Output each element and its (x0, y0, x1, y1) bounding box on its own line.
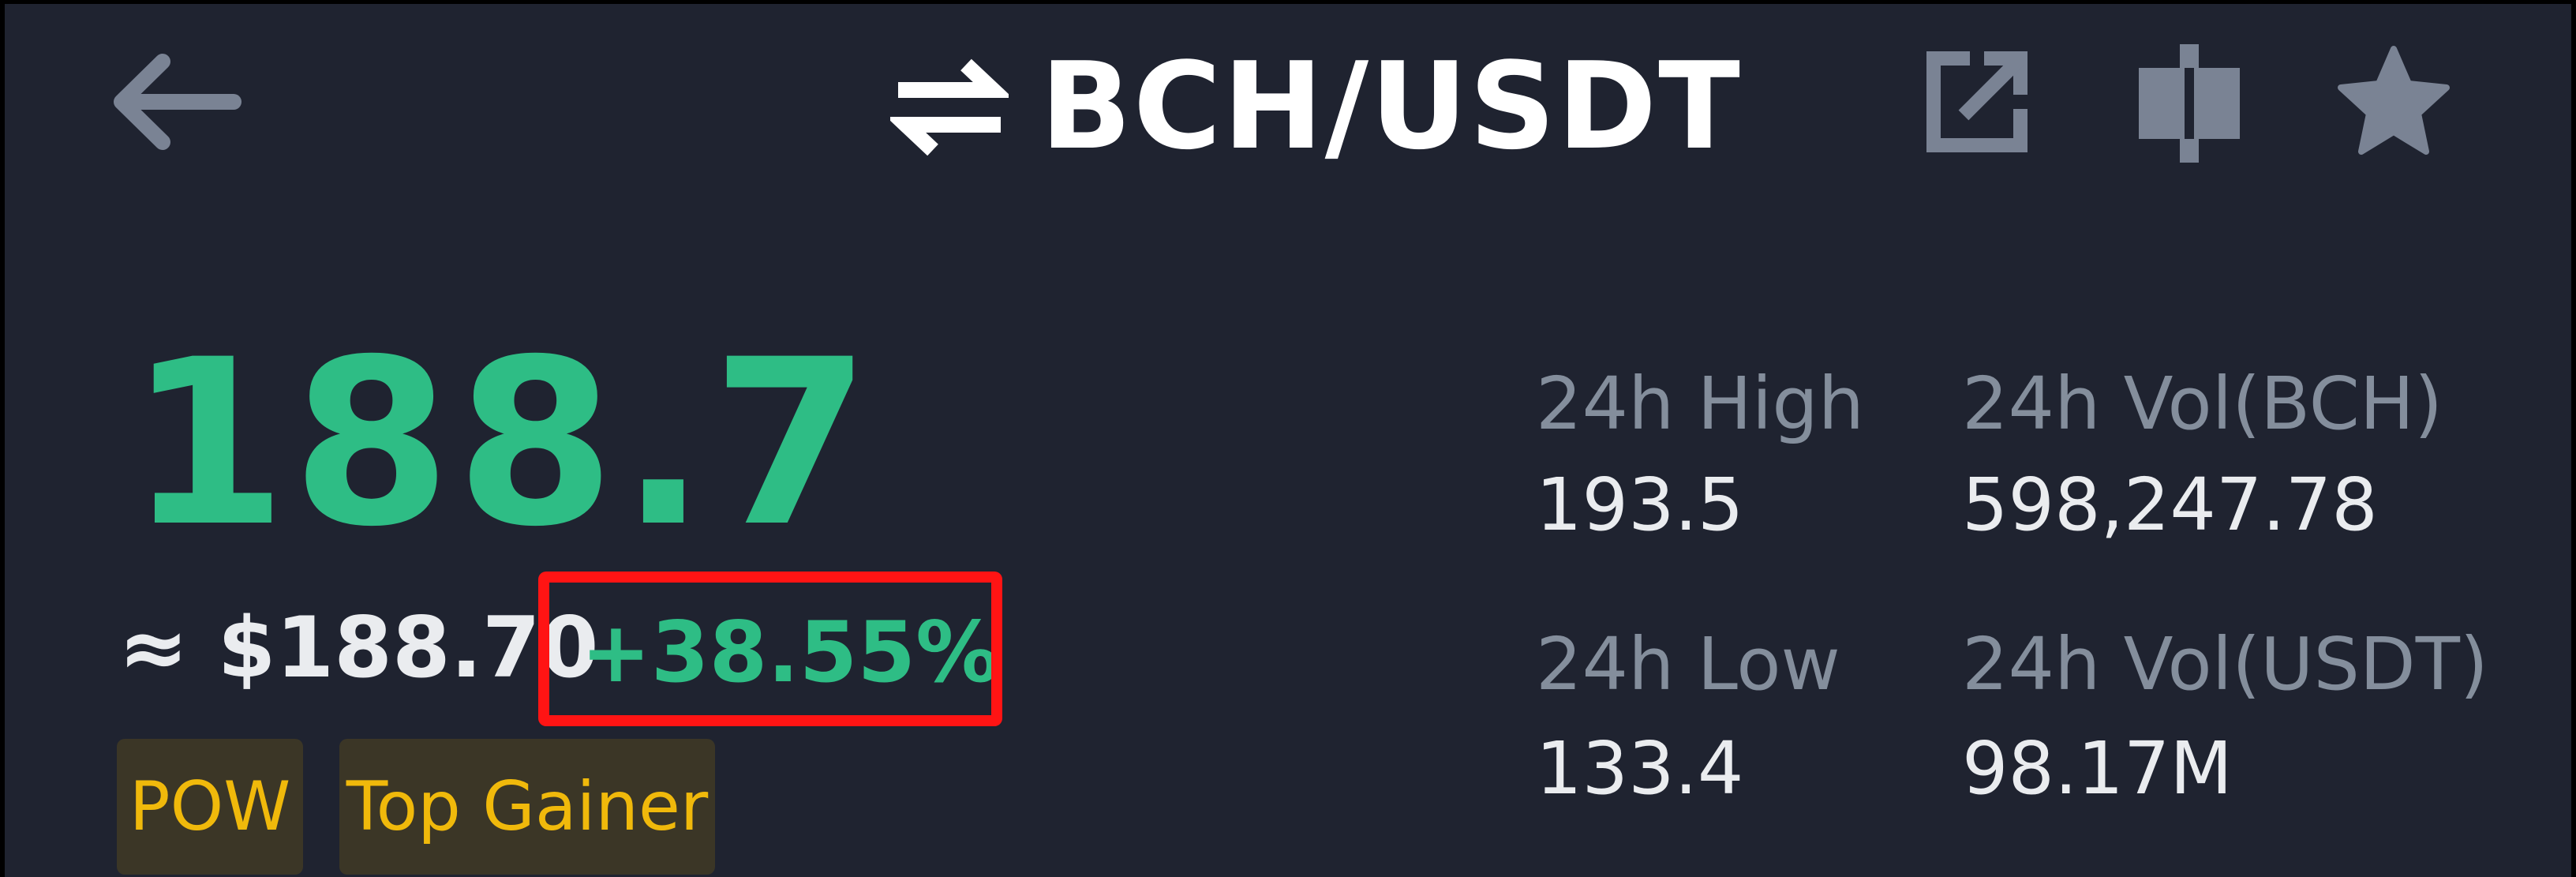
frame-edge (0, 0, 5, 877)
swap-arrows-icon (890, 58, 1009, 156)
stat-value-vol-base: 598,247.78 (1962, 463, 2378, 547)
stat-label-vol-quote: 24h Vol(USDT) (1962, 622, 2488, 706)
pair-title: BCH/USDT (1040, 36, 1742, 176)
stat-value-low: 133.4 (1536, 726, 1744, 811)
highlight-box (538, 572, 1002, 726)
arrow-left-icon[interactable] (107, 51, 242, 153)
ticker-header-panel: BCH/USDT 188.7 ≈ $188.70 +38.55% POW Top… (0, 0, 2576, 877)
stat-label-low: 24h Low (1536, 622, 1840, 706)
stat-label-vol-base: 24h Vol(BCH) (1962, 362, 2443, 446)
frame-edge (2571, 0, 2576, 877)
star-icon[interactable] (2336, 44, 2451, 159)
candlestick-icon[interactable] (2136, 44, 2243, 163)
stat-value-high: 193.5 (1536, 463, 1744, 547)
frame-edge (0, 0, 2576, 4)
stat-label-high: 24h High (1536, 362, 1865, 446)
pair-selector[interactable]: BCH/USDT (890, 39, 1742, 174)
last-price: 188.7 (128, 311, 876, 577)
stat-value-vol-quote: 98.17M (1962, 726, 2233, 811)
tag-top-gainer[interactable]: Top Gainer (339, 739, 715, 875)
tag-pow[interactable]: POW (117, 739, 303, 875)
share-icon[interactable] (1926, 51, 2028, 153)
fiat-price: ≈ $188.70 (118, 599, 599, 696)
